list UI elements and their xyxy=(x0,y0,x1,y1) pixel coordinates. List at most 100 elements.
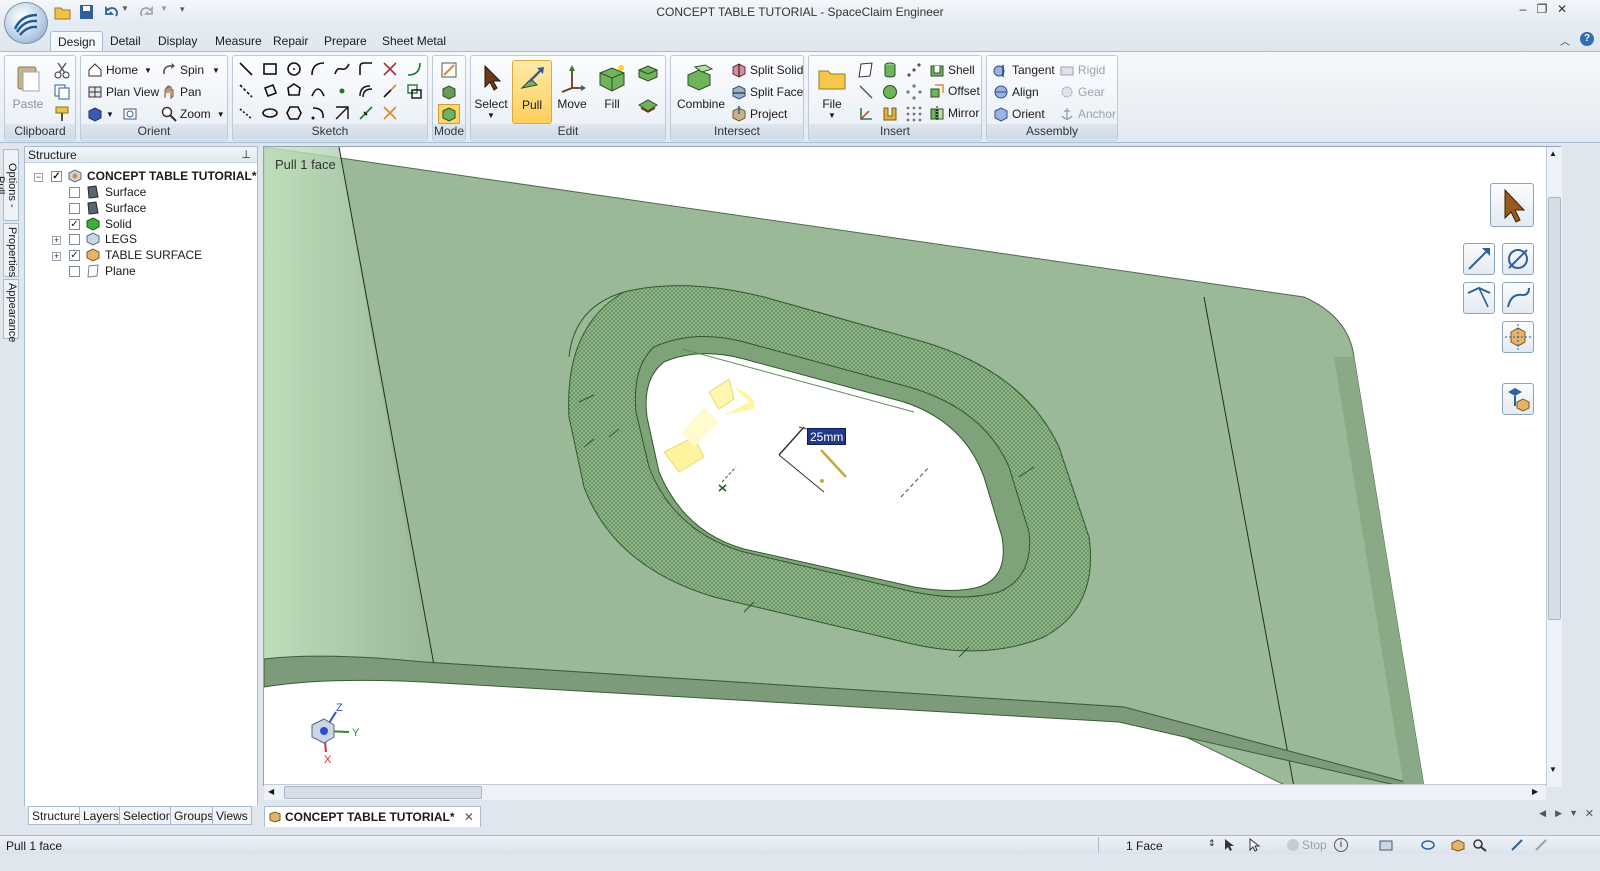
construction-line-icon[interactable] xyxy=(237,82,255,100)
select-filter-icon[interactable] xyxy=(1222,838,1236,852)
close-button[interactable]: ✕ xyxy=(1553,2,1571,18)
trim-away-icon[interactable] xyxy=(381,104,399,122)
combine-button[interactable]: Combine xyxy=(677,60,725,124)
fillet-sketch-icon[interactable] xyxy=(357,60,375,78)
close-all-icon[interactable]: ✕ xyxy=(1585,807,1594,820)
tree-collapse-root[interactable]: − xyxy=(34,173,43,182)
move-button[interactable]: Move xyxy=(552,60,592,124)
side-tab-appearance[interactable]: Appearance xyxy=(3,279,19,342)
horizontal-scrollbar[interactable]: ◀ ▶ xyxy=(264,784,1546,800)
spline-tool-icon[interactable] xyxy=(333,60,351,78)
full-pull-guide[interactable] xyxy=(1502,383,1534,415)
draft-guide[interactable] xyxy=(1463,282,1495,314)
tree-expand-legs[interactable]: + xyxy=(52,236,61,245)
minimize-button[interactable]: – xyxy=(1514,2,1532,18)
plane-icon[interactable] xyxy=(857,61,875,79)
shell-button[interactable]: Shell xyxy=(929,60,975,80)
model-canvas[interactable]: Z Y X xyxy=(264,147,1561,786)
point-tool-icon[interactable] xyxy=(333,82,351,100)
split-solid-button[interactable]: Split Solid xyxy=(731,60,803,80)
scroll-left-arrow[interactable]: ◀ xyxy=(268,787,274,796)
tab-prepare[interactable]: Prepare xyxy=(317,31,374,52)
offset-curve-icon[interactable] xyxy=(357,82,375,100)
visibility-checkbox[interactable] xyxy=(69,186,80,198)
pull-status-icon[interactable] xyxy=(1510,838,1526,852)
home-button[interactable]: Home ▼ xyxy=(87,60,152,80)
tree-item-legs[interactable]: LEGS xyxy=(69,231,137,247)
tab-measure[interactable]: Measure xyxy=(208,31,269,52)
line-tool-icon[interactable] xyxy=(237,60,255,78)
project-to-sketch-icon[interactable] xyxy=(405,82,423,100)
panel-tab-views[interactable]: Views xyxy=(212,806,252,825)
shell-solid-icon[interactable] xyxy=(881,105,899,123)
scroll-down-arrow[interactable]: ▼ xyxy=(1549,765,1557,774)
tree-expand-table-surface[interactable]: + xyxy=(52,252,61,261)
3d-mode-icon[interactable] xyxy=(438,104,460,124)
selection-mode-icon[interactable] xyxy=(1247,837,1261,852)
copy-icon[interactable] xyxy=(53,83,71,101)
direction-guide[interactable] xyxy=(1463,243,1495,275)
visibility-checkbox[interactable]: ✓ xyxy=(69,249,80,261)
select-tool-guide[interactable] xyxy=(1490,183,1534,227)
tab-scroll-right-icon[interactable]: ▶ xyxy=(1555,808,1562,819)
pan-button[interactable]: Pan xyxy=(161,82,201,102)
close-document-icon[interactable]: ✕ xyxy=(464,810,474,824)
dimension-input[interactable]: 25mm xyxy=(807,428,847,445)
tangent-button[interactable]: Tangent xyxy=(993,60,1055,80)
section-mode-icon[interactable] xyxy=(440,83,458,101)
tree-item-surface-2[interactable]: Surface xyxy=(69,200,146,216)
tab-display[interactable]: Display xyxy=(151,31,204,52)
origin-icon[interactable] xyxy=(857,105,875,123)
visibility-checkbox[interactable]: ✓ xyxy=(51,170,62,182)
info-icon[interactable]: i xyxy=(1334,838,1348,852)
sweep-arc-icon[interactable] xyxy=(309,104,327,122)
design-viewport[interactable]: Z Y X Pull 1 face 25mm xyxy=(263,146,1561,786)
scroll-right-arrow[interactable]: ▶ xyxy=(1532,787,1538,796)
zoom-button[interactable]: Zoom ▼ xyxy=(161,104,225,124)
tree-item-surface-1[interactable]: Surface xyxy=(69,184,146,200)
display-style-icon[interactable] xyxy=(1378,838,1394,852)
collapse-ribbon-icon[interactable]: ︿ xyxy=(1560,33,1570,48)
blend-icon[interactable] xyxy=(637,62,659,84)
tab-detail[interactable]: Detail xyxy=(103,31,148,52)
up-to-guide[interactable] xyxy=(1502,321,1534,353)
gear-button[interactable]: Gear xyxy=(1059,82,1105,102)
panel-tab-groups[interactable]: Groups xyxy=(170,806,218,825)
offset-button[interactable]: Offset xyxy=(929,81,980,101)
maximize-button[interactable]: ❐ xyxy=(1533,2,1551,18)
trim-tool-icon[interactable] xyxy=(381,60,399,78)
stop-button[interactable]: Stop xyxy=(1287,838,1327,852)
spin-button[interactable]: Spin ▼ xyxy=(161,60,220,80)
dashed-line-icon[interactable] xyxy=(237,104,255,122)
side-tab-properties[interactable]: Properties xyxy=(3,223,19,277)
fill-button[interactable]: Fill xyxy=(592,60,632,124)
project-button[interactable]: Project xyxy=(731,104,787,124)
circular-pattern-icon[interactable] xyxy=(905,83,923,101)
pen-status-icon[interactable] xyxy=(1534,838,1550,852)
rigid-button[interactable]: Rigid xyxy=(1059,60,1105,80)
selection-spinner-icon[interactable]: ⇕ xyxy=(1208,838,1216,849)
render-mode-icon[interactable] xyxy=(1420,838,1436,852)
extend-curve-icon[interactable] xyxy=(381,82,399,100)
tree-item-table-surface[interactable]: ✓ TABLE SURFACE xyxy=(69,247,202,263)
document-tab[interactable]: CONCEPT TABLE TUTORIAL* ✕ xyxy=(264,806,481,827)
arc-tool-icon[interactable] xyxy=(309,60,327,78)
side-tab-options-pull[interactable]: Options - Pull xyxy=(0,149,19,221)
cylinder-icon[interactable] xyxy=(881,61,899,79)
tab-repair[interactable]: Repair xyxy=(266,31,315,52)
split-face-button[interactable]: Split Face xyxy=(731,82,803,102)
polygon-six-icon[interactable] xyxy=(285,104,303,122)
sketch-mode-icon[interactable] xyxy=(440,61,458,79)
grid-pattern-icon[interactable] xyxy=(905,105,923,123)
horizontal-scroll-thumb[interactable] xyxy=(284,786,482,799)
split-curve-icon[interactable] xyxy=(357,104,375,122)
tree-item-solid[interactable]: ✓ Solid xyxy=(69,216,132,232)
lighting-icon[interactable] xyxy=(1450,838,1466,852)
tree-item-plane[interactable]: Plane xyxy=(69,263,136,279)
panel-tab-layers[interactable]: Layers xyxy=(79,806,124,825)
view-cube-button[interactable]: ▼ xyxy=(87,104,141,124)
visibility-checkbox[interactable]: ✓ xyxy=(69,218,80,230)
mirror-button[interactable]: Mirror xyxy=(929,103,979,123)
sphere-icon[interactable] xyxy=(881,83,899,101)
plan-view-button[interactable]: Plan View xyxy=(87,82,159,102)
